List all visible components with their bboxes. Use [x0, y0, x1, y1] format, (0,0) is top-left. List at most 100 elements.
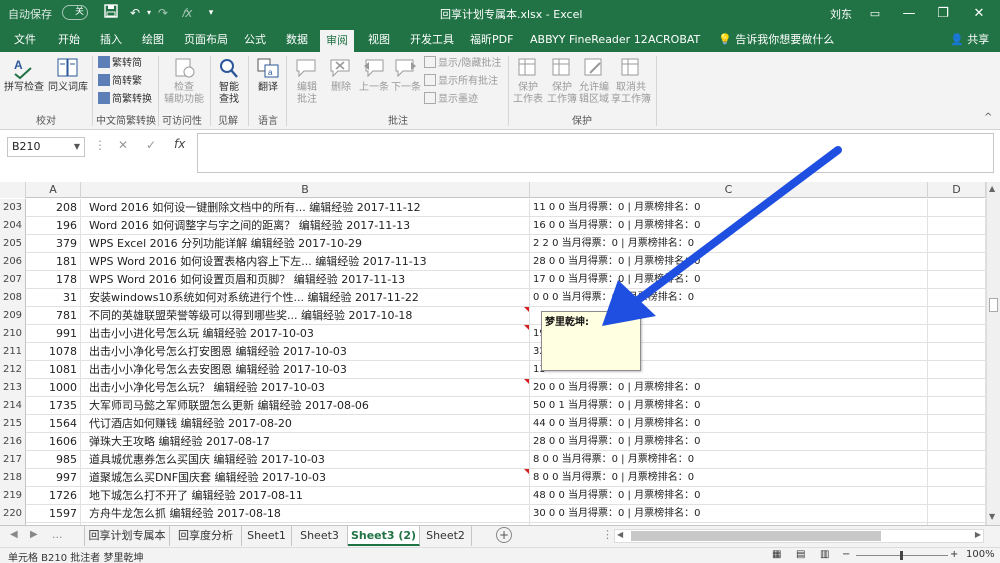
row-header[interactable]: 206 — [0, 253, 26, 271]
tab-draw[interactable]: 绘图 — [136, 28, 170, 52]
cell-d[interactable] — [928, 361, 986, 379]
row-header[interactable]: 203 — [0, 199, 26, 217]
to-simplified-button[interactable]: 简转繁 — [98, 74, 142, 90]
cell-b[interactable]: 出击小小净化号怎么去安图恩 编辑经验 2017-10-03 — [81, 361, 530, 379]
translate-button[interactable]: a 翻译 — [252, 56, 284, 94]
sheet-tab-2[interactable]: 回享度分析 — [170, 526, 242, 546]
cell-a[interactable]: 985 — [26, 451, 81, 469]
column-header-a[interactable]: A — [26, 182, 81, 198]
redo-icon[interactable]: ↷ — [154, 4, 172, 22]
sheet-tab-1[interactable]: 回享计划专属本 — [84, 526, 170, 546]
zoom-slider[interactable] — [856, 551, 948, 560]
cell-a[interactable]: 1000 — [26, 379, 81, 397]
unshare-workbook-button[interactable]: 取消共 享工作簿 — [610, 56, 652, 106]
row-header[interactable]: 215 — [0, 415, 26, 433]
normal-view-icon[interactable]: ▦ — [772, 549, 781, 560]
cell-a[interactable]: 178 — [26, 271, 81, 289]
cell-b[interactable]: WPS Word 2016 如何设置页眉和页脚？ 编辑经验 2017-11-13 — [81, 271, 530, 289]
zoom-level[interactable]: 100% — [966, 549, 995, 560]
tab-foxit-pdf[interactable]: 福昕PDF — [464, 28, 519, 52]
cell-d[interactable] — [928, 343, 986, 361]
tab-developer[interactable]: 开发工具 — [404, 28, 460, 52]
sheet-tab-active[interactable]: Sheet3 (2) — [348, 526, 420, 546]
fx-icon[interactable]: 𝑓x — [178, 4, 196, 22]
smart-lookup-button[interactable]: 智能 查找 — [212, 56, 246, 106]
page-break-view-icon[interactable]: ▥ — [820, 549, 829, 560]
horizontal-scroll-thumb[interactable] — [631, 531, 881, 541]
cell-d[interactable] — [928, 505, 986, 523]
protect-workbook-button[interactable]: 保护 工作簿 — [546, 56, 578, 106]
insert-function-icon[interactable]: fx — [174, 137, 185, 151]
vertical-scrollbar[interactable]: ▲ ▼ — [986, 182, 1000, 525]
cell-b[interactable]: 道聚城怎么买DNF国庆套 编辑经验 2017-10-03 — [81, 469, 530, 487]
cell-d[interactable] — [928, 289, 986, 307]
scroll-thumb[interactable] — [989, 298, 998, 312]
row-header[interactable]: 218 — [0, 469, 26, 487]
show-hide-comment-button[interactable]: 显示/隐藏批注 — [424, 56, 501, 72]
tell-me-box[interactable]: 💡 告诉我你想要做什么 — [712, 28, 840, 52]
cell-d[interactable] — [928, 379, 986, 397]
column-header-d[interactable]: D — [928, 182, 986, 198]
collapse-ribbon-icon[interactable]: ^ — [984, 112, 992, 123]
scroll-down-icon[interactable]: ▼ — [989, 512, 995, 521]
tab-page-layout[interactable]: 页面布局 — [178, 28, 234, 52]
cell-b[interactable]: 出击小小进化号怎么玩 编辑经验 2017-10-03 — [81, 325, 530, 343]
page-layout-view-icon[interactable]: ▤ — [796, 549, 805, 560]
cell-d[interactable] — [928, 253, 986, 271]
show-ink-button[interactable]: 显示墨迹 — [424, 92, 478, 108]
tab-insert[interactable]: 插入 — [94, 28, 128, 52]
restore-icon[interactable]: ❐ — [926, 0, 960, 28]
cancel-icon[interactable]: ✕ — [118, 138, 128, 152]
cell-c[interactable]: 50 0 1 当月得票：0 | 月票榜排名：0 — [530, 397, 928, 415]
cell-b[interactable]: 出击小小净化号怎么玩？ 编辑经验 2017-10-03 — [81, 379, 530, 397]
row-header[interactable]: 209 — [0, 307, 26, 325]
thesaurus-button[interactable]: 同义词库 — [46, 56, 90, 94]
autosave-toggle[interactable]: 关 — [62, 5, 88, 20]
edit-comment-button[interactable]: 编辑 批注 — [290, 56, 324, 106]
cell-b[interactable]: 道具城优惠券怎么买国庆 编辑经验 2017-10-03 — [81, 451, 530, 469]
more-sheets-icon[interactable]: ... — [52, 528, 63, 541]
cell-b[interactable]: 不同的英雄联盟荣誉等级可以得到哪些奖... 编辑经验 2017-10-18 — [81, 307, 530, 325]
chevron-down-icon[interactable]: ▼ — [74, 138, 80, 156]
cell-b[interactable]: 代订酒店如何赚钱 编辑经验 2017-08-20 — [81, 415, 530, 433]
check-accessibility-button[interactable]: 检查 辅助功能 — [162, 56, 206, 106]
cell-a[interactable]: 1726 — [26, 487, 81, 505]
select-all-corner[interactable] — [0, 182, 26, 198]
cell-b[interactable]: WPS Word 2016 如何设置表格内容上下左... 编辑经验 2017-1… — [81, 253, 530, 271]
cell-d[interactable] — [928, 325, 986, 343]
spell-check-button[interactable]: A 拼写检查 — [4, 56, 44, 94]
cell-d[interactable] — [928, 469, 986, 487]
ribbon-options-icon[interactable]: ▭ — [858, 0, 892, 28]
zoom-in-icon[interactable]: + — [950, 549, 958, 560]
to-traditional-button[interactable]: 繁转简 — [98, 56, 142, 72]
row-header[interactable]: 212 — [0, 361, 26, 379]
tab-abbyy[interactable]: ABBYY FineReader 12 — [524, 28, 654, 52]
tab-view[interactable]: 视图 — [362, 28, 396, 52]
zoom-out-icon[interactable]: − — [842, 549, 850, 560]
tab-splitter-icon[interactable]: ⋮ — [602, 528, 613, 541]
cell-d[interactable] — [928, 307, 986, 325]
cell-c[interactable]: 28 0 0 当月得票：0 | 月票榜排名：0 — [530, 433, 928, 451]
user-name[interactable]: 刘东 — [830, 6, 852, 22]
cell-a[interactable]: 379 — [26, 235, 81, 253]
cell-b[interactable]: Word 2016 如何设一键删除文档中的所有... 编辑经验 2017-11-… — [81, 199, 530, 217]
column-header-b[interactable]: B — [81, 182, 530, 198]
row-header[interactable]: 214 — [0, 397, 26, 415]
cell-c[interactable]: 48 0 0 当月得票：0 | 月票榜排名：0 — [530, 487, 928, 505]
cell-a[interactable]: 1606 — [26, 433, 81, 451]
cell-b[interactable]: 出击小小净化号怎么打安图恩 编辑经验 2017-10-03 — [81, 343, 530, 361]
cell-a[interactable]: 1597 — [26, 505, 81, 523]
horizontal-scrollbar[interactable]: ◀ ▶ — [614, 529, 984, 543]
cell-b[interactable]: 弹珠大王攻略 编辑经验 2017-08-17 — [81, 433, 530, 451]
convert-button[interactable]: 简繁转换 — [98, 92, 152, 108]
delete-comment-button[interactable]: 删除 — [326, 56, 356, 94]
add-sheet-icon[interactable]: + — [496, 527, 512, 543]
previous-comment-button[interactable]: 上一条 — [358, 56, 390, 94]
cell-c[interactable]: 30 0 0 当月得票：0 | 月票榜排名：0 — [530, 505, 928, 523]
cell-c[interactable]: 8 0 0 当月得票：0 | 月票榜排名：0 — [530, 451, 928, 469]
cell-d[interactable] — [928, 271, 986, 289]
row-header[interactable]: 208 — [0, 289, 26, 307]
cell-a[interactable]: 1735 — [26, 397, 81, 415]
next-comment-button[interactable]: 下一条 — [390, 56, 422, 94]
cell-b[interactable]: 地下城怎么打不开了 编辑经验 2017-08-11 — [81, 487, 530, 505]
